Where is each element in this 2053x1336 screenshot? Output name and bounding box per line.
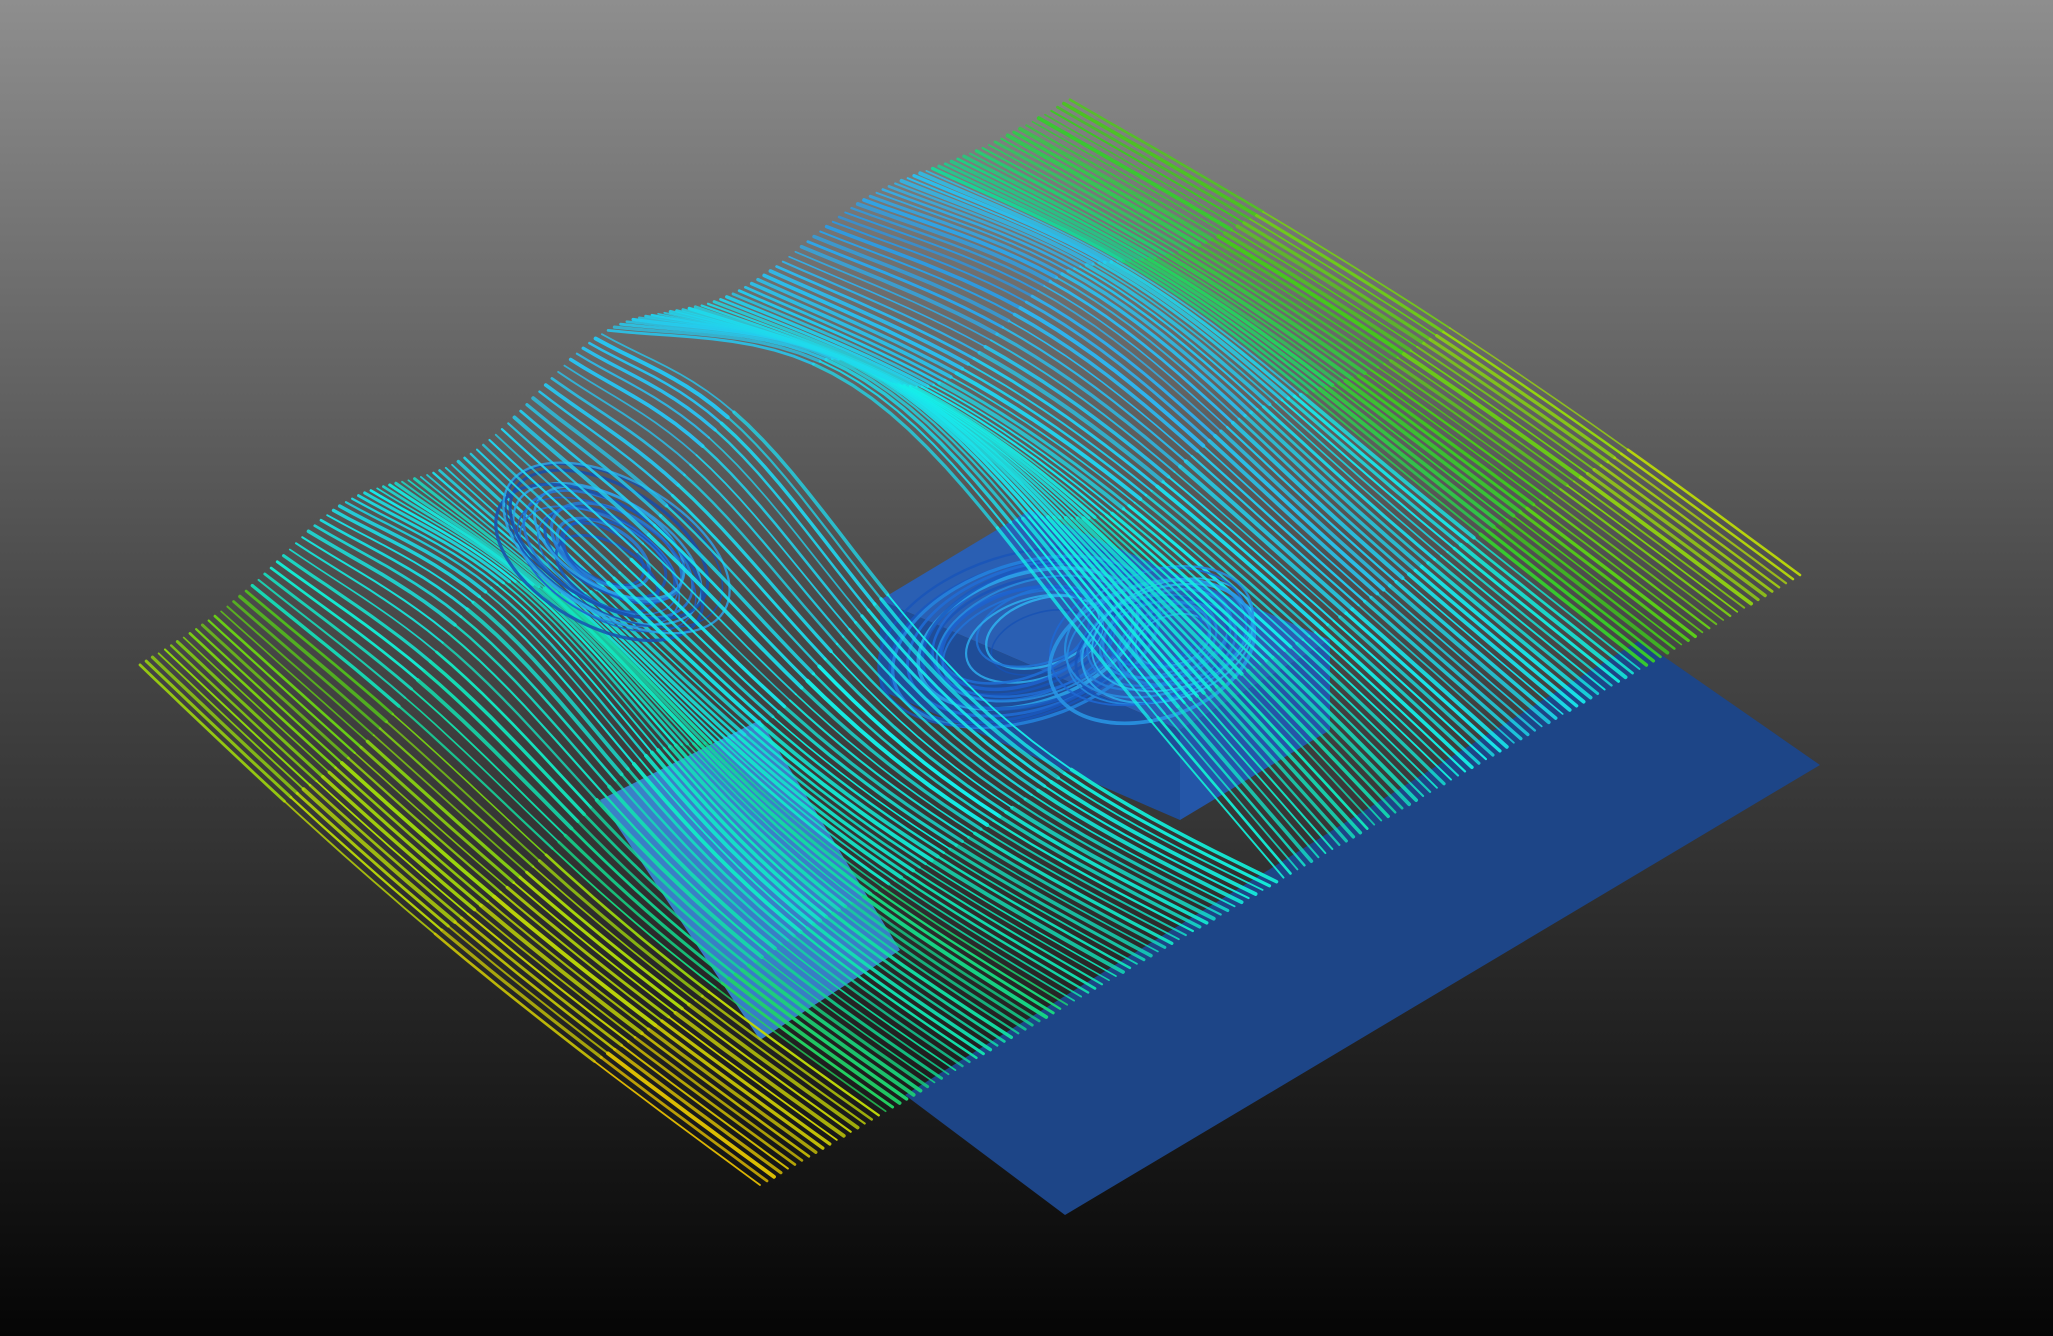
streamline-render bbox=[0, 0, 2053, 1336]
flow-visualization-viewport[interactable] bbox=[0, 0, 2053, 1336]
